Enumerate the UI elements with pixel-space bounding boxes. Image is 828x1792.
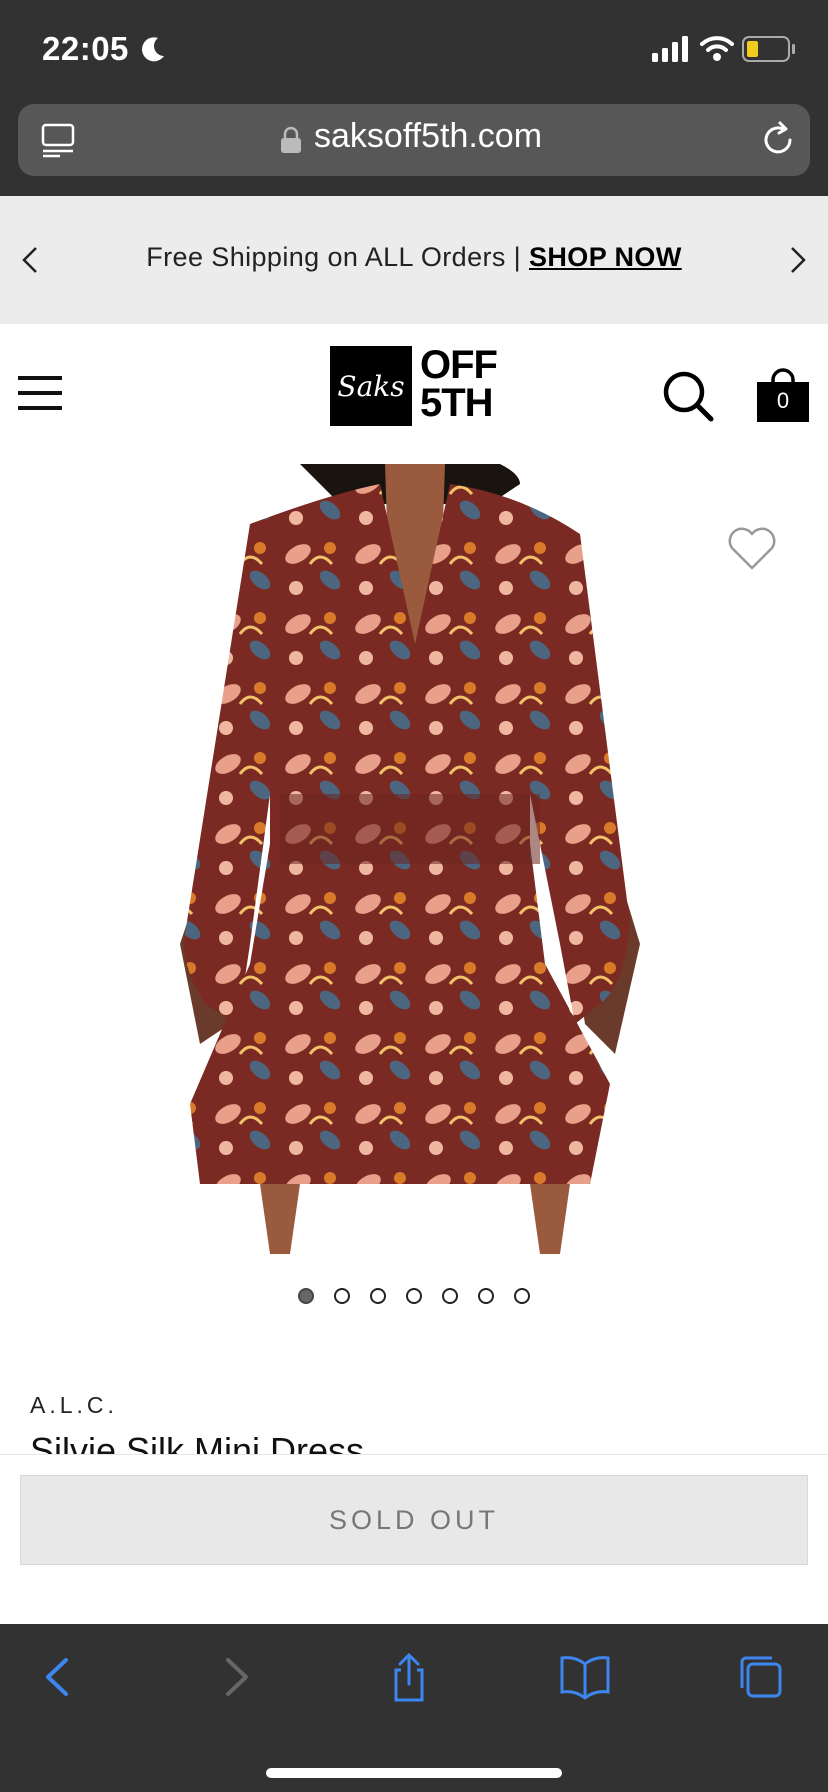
wifi-icon <box>700 36 734 61</box>
dress-photo <box>180 459 640 1254</box>
bookmarks-icon[interactable] <box>560 1652 610 1702</box>
image-pagination <box>0 1284 828 1308</box>
pagination-dot[interactable] <box>514 1288 530 1304</box>
saks-off-5th-logo[interactable]: Saks OFF 5TH <box>330 343 500 430</box>
pagination-dot[interactable] <box>298 1288 314 1304</box>
cart-count: 0 <box>776 388 790 413</box>
logo-wordmark: OFF 5TH <box>420 343 498 425</box>
logo-line-1: OFF <box>420 343 498 387</box>
tabs-icon[interactable] <box>736 1652 786 1702</box>
product-brand[interactable]: A.L.C. <box>30 1392 118 1419</box>
logo-line-2: 5TH <box>420 381 494 425</box>
heart-icon[interactable] <box>726 524 778 572</box>
pagination-dot[interactable] <box>406 1288 422 1304</box>
hamburger-menu-icon[interactable] <box>18 374 62 412</box>
logo-mark: Saks <box>330 346 412 426</box>
reader-view-icon[interactable] <box>40 122 76 158</box>
product-image[interactable] <box>0 459 828 1254</box>
promo-banner: Free Shipping on ALL Orders | SHOP NOW <box>0 196 828 324</box>
lock-icon <box>281 126 301 153</box>
battery-icon <box>742 36 795 62</box>
cellular-signal-icon <box>652 36 688 62</box>
promo-message: Free Shipping on ALL Orders | SHOP NOW <box>0 242 828 273</box>
site-header: Saks OFF 5TH 0 <box>0 324 828 464</box>
status-time: 22:05 <box>42 30 129 67</box>
pagination-dot[interactable] <box>478 1288 494 1304</box>
browser-address-bar: saksoff5th.com <box>0 98 828 196</box>
share-icon[interactable] <box>384 1652 434 1702</box>
reload-icon[interactable] <box>760 120 796 160</box>
pagination-dot[interactable] <box>334 1288 350 1304</box>
shopping-bag-button[interactable]: 0 <box>754 366 812 424</box>
back-icon[interactable] <box>34 1652 84 1702</box>
shop-now-link[interactable]: SHOP NOW <box>529 242 682 272</box>
promo-text: Free Shipping on ALL Orders | <box>146 242 529 272</box>
browser-toolbar <box>0 1624 828 1792</box>
moon-icon <box>142 37 164 62</box>
home-indicator <box>266 1768 562 1778</box>
search-icon[interactable] <box>662 370 714 422</box>
sold-out-button: SOLD OUT <box>20 1475 808 1565</box>
pagination-dot[interactable] <box>442 1288 458 1304</box>
url-text: saksoff5th.com <box>314 117 543 155</box>
chevron-right-icon[interactable] <box>782 242 812 278</box>
url-field[interactable]: saksoff5th.com <box>18 104 810 176</box>
sticky-cta-bar: SOLD OUT <box>0 1454 828 1625</box>
forward-icon[interactable] <box>210 1652 260 1702</box>
pagination-dot[interactable] <box>370 1288 386 1304</box>
product-name: Silvie Silk Mini Dress <box>30 1430 365 1454</box>
status-bar: 22:05 <box>0 0 828 98</box>
